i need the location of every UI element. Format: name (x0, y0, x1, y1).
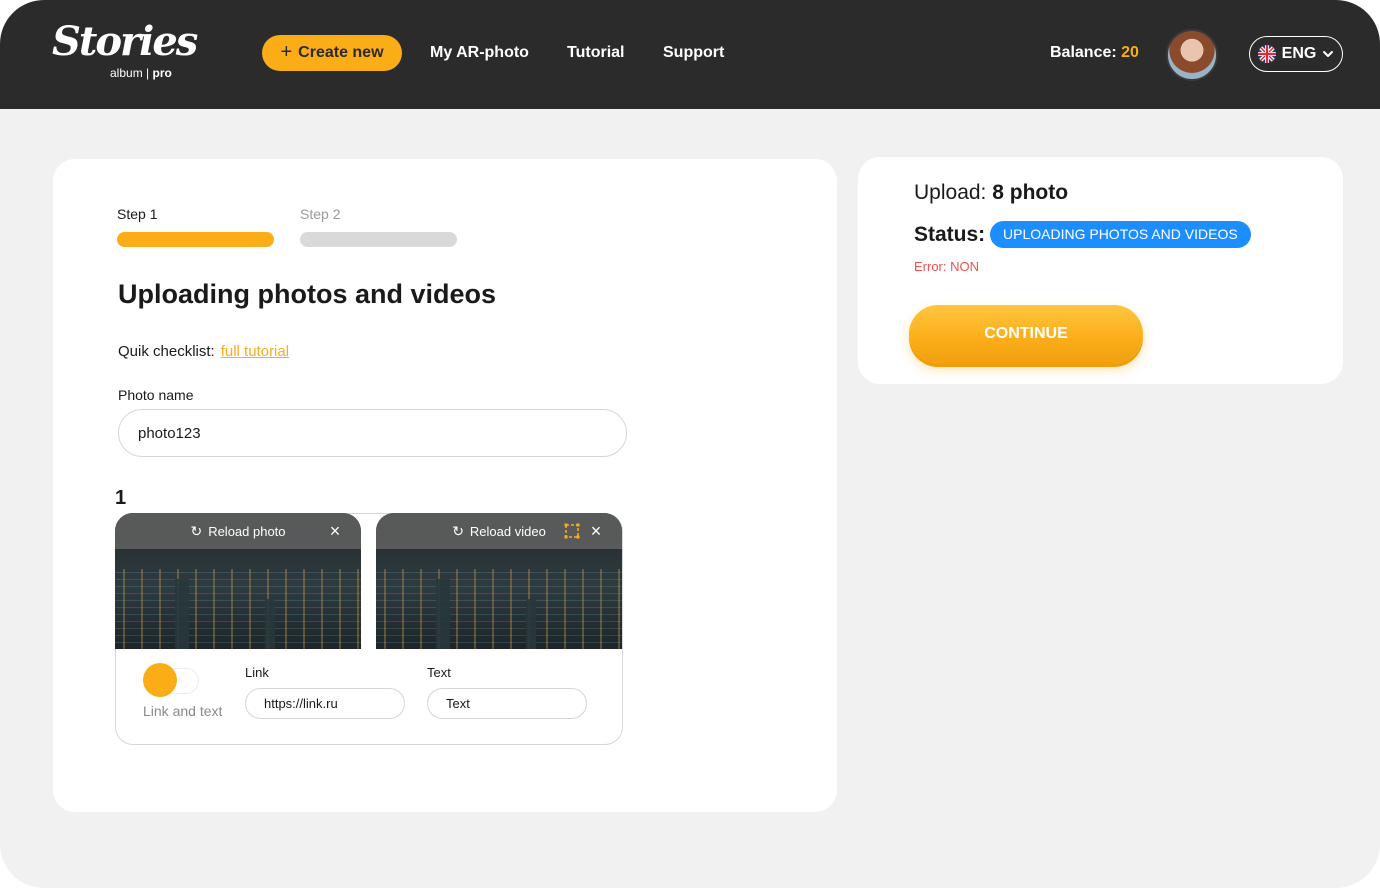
app-frame: Stories album | pro + Create new My AR-p… (0, 0, 1380, 888)
quick-checklist: Quik checklist: full tutorial (118, 343, 289, 360)
upload-label: Upload: (914, 181, 987, 204)
item-number: 1 (115, 487, 127, 509)
link-input[interactable] (245, 688, 405, 719)
logo-subtitle: album | pro (110, 66, 172, 80)
uk-flag-icon (1257, 45, 1276, 63)
plus-icon: + (280, 41, 293, 63)
bridge-tower (526, 599, 536, 649)
step-2-bar (300, 232, 457, 247)
continue-button[interactable]: CONTINUE (909, 305, 1143, 363)
step-1-bar (117, 232, 274, 247)
balance-value: 20 (1121, 44, 1139, 61)
step-1-label: Step 1 (117, 206, 158, 222)
error-text: Error: NON (914, 259, 979, 274)
close-icon[interactable]: × (327, 522, 343, 540)
upload-value: 8 photo (992, 181, 1069, 204)
logo-script: Stories (52, 18, 198, 65)
reload-icon: ↻ (190, 522, 203, 539)
nav-tutorial[interactable]: Tutorial (567, 44, 624, 62)
nav-my-ar-photo[interactable]: My AR-photo (430, 44, 529, 62)
photo-preview: ↻ Reload photo × (115, 513, 361, 649)
text-label: Text (427, 665, 451, 680)
reload-video-button[interactable]: ↻ Reload video (376, 513, 622, 549)
crop-icon[interactable] (564, 523, 580, 539)
logo-pro: pro (152, 66, 172, 80)
toggle-label: Link and text (143, 703, 223, 719)
status-label: Status: (914, 223, 986, 246)
language-selector[interactable]: ENG (1249, 36, 1343, 72)
upload-count: Upload: 8 photo (914, 181, 1068, 205)
language-label: ENG (1281, 45, 1317, 62)
text-input[interactable] (427, 688, 587, 719)
status-card: Upload: 8 photo Status: UPLOADING PHOTOS… (858, 157, 1343, 384)
chevron-down-icon (1323, 51, 1334, 57)
full-tutorial-link[interactable]: full tutorial (221, 343, 289, 360)
link-text-toggle[interactable] (143, 663, 199, 697)
reload-photo-label: Reload photo (208, 523, 286, 539)
balance-label: Balance: (1050, 44, 1117, 61)
step-2-label: Step 2 (300, 206, 341, 222)
reload-photo-button[interactable]: ↻ Reload photo (115, 513, 361, 549)
checklist-label: Quik checklist: (118, 343, 215, 360)
close-icon[interactable]: × (588, 522, 604, 540)
photo-name-label: Photo name (118, 387, 194, 403)
reload-icon: ↻ (452, 522, 464, 539)
reload-video-label: Reload video (469, 523, 546, 539)
balance: Balance: 20 (1050, 44, 1139, 62)
link-label: Link (245, 665, 269, 680)
logo-album: album (110, 66, 143, 80)
top-header: Stories album | pro + Create new My AR-p… (0, 0, 1380, 109)
toggle-knob (143, 663, 177, 697)
media-item: ↻ Reload photo × ↻ Reload video × Link a… (115, 513, 623, 745)
status-badge: UPLOADING PHOTOS AND VIDEOS (990, 221, 1251, 248)
avatar[interactable] (1166, 29, 1218, 81)
city-image (376, 569, 622, 649)
video-preview: ↻ Reload video × (376, 513, 622, 649)
bridge-tower (436, 579, 450, 649)
page-title: Uploading photos and videos (118, 279, 496, 309)
bridge-tower (265, 599, 275, 649)
create-new-button[interactable]: + Create new (262, 35, 402, 71)
bridge-tower (175, 579, 189, 649)
photo-name-input[interactable] (118, 409, 627, 457)
create-new-label: Create new (298, 44, 384, 61)
nav-support[interactable]: Support (663, 44, 724, 62)
upload-card: Step 1 Step 2 Uploading photos and video… (53, 159, 837, 812)
logo[interactable]: Stories album | pro (52, 22, 198, 86)
city-image (115, 569, 361, 649)
